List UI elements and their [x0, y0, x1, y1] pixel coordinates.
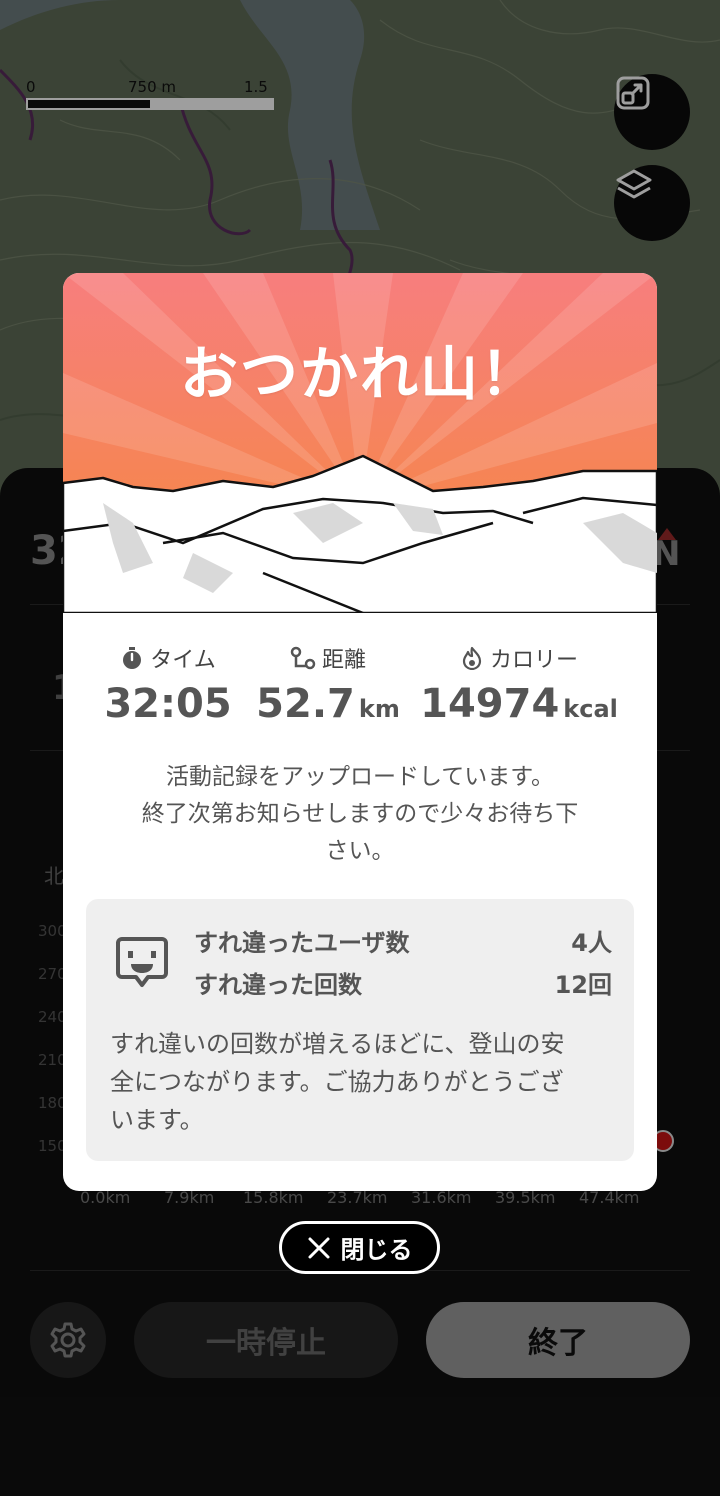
close-icon — [308, 1237, 329, 1258]
upload-message-line: さい。 — [325, 838, 395, 864]
passed-users-row: すれ違ったユーザ数 4人 — [194, 923, 612, 958]
speech-face-icon — [116, 937, 168, 987]
stat-time: タイム 32:05 — [83, 643, 253, 727]
stat-distance: 距離 52.7 km — [253, 643, 403, 727]
dialog-title: おつかれ山！ — [179, 340, 540, 408]
passed-users-label: すれ違ったユーザ数 — [194, 929, 410, 957]
stat-distance-value: 52.7 — [256, 681, 355, 727]
stat-calories-label: カロリー — [489, 648, 578, 673]
passing-stats-box: すれ違ったユーザ数 4人 すれ違った回数 12回 すれ違いの回数が増えるほどに、… — [86, 899, 634, 1161]
passing-note-line: 全につながります。ご協力ありがとうござ — [110, 1068, 564, 1096]
stopwatch-icon — [123, 647, 142, 669]
stat-calories-unit: kcal — [563, 695, 618, 723]
route-pin-icon — [290, 646, 316, 670]
close-button-label: 閉じる — [340, 1236, 413, 1264]
passing-note-line: すれ違いの回数が増えるほどに、登山の安 — [110, 1030, 565, 1058]
stat-time-value: 32:05 — [104, 681, 232, 727]
passing-note-line: います。 — [110, 1106, 204, 1134]
stat-distance-unit: km — [358, 695, 400, 723]
passed-count-value: 12回 — [554, 971, 612, 999]
passing-note: すれ違いの回数が増えるほどに、登山の安 全につながります。ご協力ありがとうござ … — [110, 1025, 610, 1139]
stat-distance-label: 距離 — [321, 648, 366, 673]
flame-icon — [462, 646, 482, 670]
close-dialog-button[interactable]: 閉じる — [279, 1221, 440, 1274]
upload-message: 活動記録をアップロードしています。 終了次第お知らせしますので少々お待ち下 さい… — [93, 759, 627, 870]
upload-message-line: 活動記録をアップロードしています。 — [165, 764, 554, 790]
stat-calories: カロリー 14974 kcal — [419, 643, 619, 727]
passed-count-row: すれ違った回数 12回 — [194, 965, 612, 1000]
passed-count-label: すれ違った回数 — [194, 971, 362, 999]
mountain-banner — [63, 273, 657, 613]
passed-users-value: 4人 — [571, 929, 612, 957]
upload-message-line: 終了次第お知らせしますので少々お待ち下 — [141, 801, 579, 827]
stat-time-label: タイム — [150, 648, 216, 673]
summit-complete-dialog: おつかれ山！ タイム 32:05 距離 52.7 km カロリー 14974 k… — [63, 273, 657, 1191]
stat-calories-value: 14974 — [420, 681, 560, 727]
